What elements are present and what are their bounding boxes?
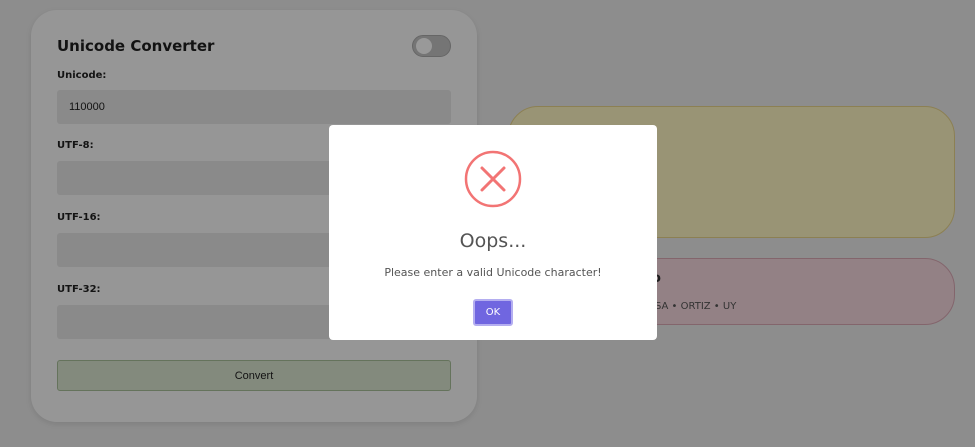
error-x-icon — [464, 150, 522, 208]
dialog-message: Please enter a valid Unicode character! — [384, 266, 602, 279]
error-dialog: Oops... Please enter a valid Unicode cha… — [329, 125, 657, 340]
dialog-title: Oops... — [459, 230, 527, 252]
ok-button[interactable]: OK — [473, 299, 513, 326]
